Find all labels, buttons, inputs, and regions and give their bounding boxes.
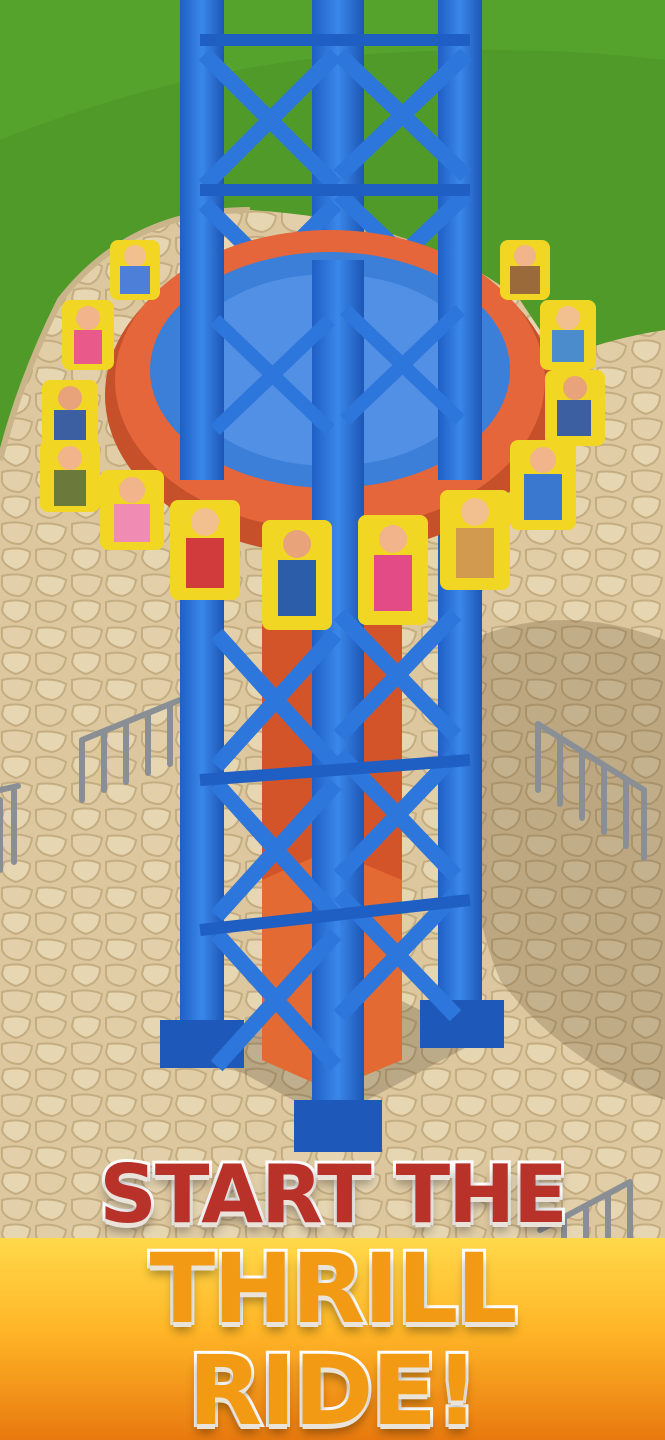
headline-thrill-ride: THRILL RIDE! (0, 1235, 665, 1440)
game-scene: START THE THRILL RIDE! (0, 0, 665, 1440)
headline-start: START THE (96, 1148, 571, 1241)
